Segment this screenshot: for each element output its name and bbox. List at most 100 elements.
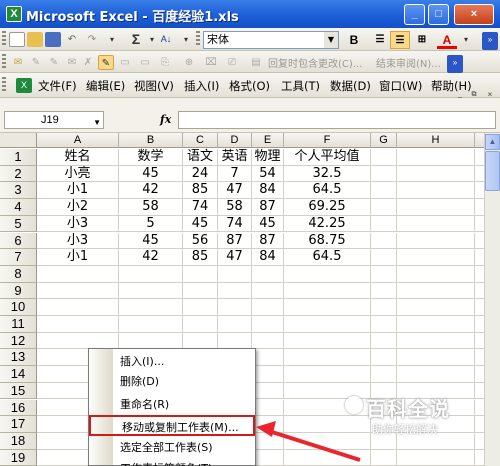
sheet-cell[interactable]: 87 [252,232,284,250]
undo-icon[interactable]: ↶ [64,32,80,47]
toolbar-grip[interactable] [2,31,6,47]
sheet-cell[interactable] [284,282,371,300]
sheet-cell[interactable] [119,332,183,350]
sheet-cell[interactable] [284,432,371,450]
row-header[interactable]: 7 [0,249,37,266]
doc-close-icon[interactable]: × [482,91,498,99]
row-header[interactable]: 19 [0,449,37,466]
sheet-cell[interactable]: 68.75 [284,232,371,250]
sheet-cell[interactable]: 85 [183,182,218,200]
context-menu-item[interactable]: 插入(I)... [89,351,255,372]
font-name-combo[interactable]: 宋体 ▼ [203,31,339,49]
sheet-cell[interactable] [183,316,218,333]
sheet-cell[interactable] [284,449,371,466]
insert-function-icon[interactable]: fx [160,113,171,126]
scroll-thumb[interactable] [485,151,500,191]
row-header[interactable]: 14 [0,366,37,383]
context-menu-item[interactable]: 删除(D) [89,371,255,392]
sheet-cell[interactable] [252,432,284,450]
sheet-cell[interactable]: 84 [252,249,284,266]
close-button[interactable]: × [454,4,494,25]
autosum-icon[interactable]: Σ [128,32,144,47]
context-menu-item[interactable]: 选定全部工作表(S) [89,437,255,458]
row-header[interactable]: 3 [0,182,37,200]
sheet-cell[interactable] [397,282,475,300]
row-header[interactable]: 2 [0,165,37,183]
sheet-cell[interactable] [397,299,475,316]
review-icon-10[interactable]: ⌧ [203,55,219,70]
context-menu-item[interactable]: 重命名(R) [89,394,255,415]
row-header[interactable]: 18 [0,432,37,450]
sheet-cell[interactable]: 42 [119,182,183,200]
column-header[interactable]: H [397,133,475,148]
toolbar-options-icon[interactable]: » [447,55,463,73]
sheet-cell[interactable] [218,316,252,333]
sheet-cell[interactable]: 58 [119,199,183,216]
sheet-cell[interactable] [252,282,284,300]
sheet-cell[interactable]: 45 [119,165,183,183]
column-header[interactable]: A [37,133,119,148]
sheet-cell[interactable] [397,199,475,216]
highlight-icon[interactable]: ✎ [98,55,114,70]
dropdown-icon[interactable]: ▾ [104,32,120,47]
menu-window[interactable]: 窗口(W) [379,78,422,94]
menu-tools[interactable]: 工具(T) [281,78,320,94]
menu-view[interactable]: 视图(V) [134,78,174,94]
sheet-cell[interactable] [371,165,397,183]
row-header[interactable]: 5 [0,215,37,233]
sheet-cell[interactable] [371,449,397,466]
sheet-cell[interactable]: 58 [218,199,252,216]
sheet-cell[interactable] [119,316,183,333]
sheet-cell[interactable] [397,332,475,350]
sheet-cell[interactable] [252,349,284,367]
sheet-cell[interactable]: 87 [218,232,252,250]
sheet-cell[interactable] [37,316,119,333]
review-icon-4[interactable]: ✉ [64,55,80,70]
sheet-cell[interactable]: 24 [183,165,218,183]
review-icon-9[interactable]: ⊕ [181,55,197,70]
sheet-cell[interactable] [183,265,218,283]
sheet-cell[interactable] [284,316,371,333]
open-folder-icon[interactable] [27,32,43,47]
sheet-cell[interactable] [397,366,475,383]
row-header[interactable]: 10 [0,299,37,316]
sheet-cell[interactable]: 74 [183,199,218,216]
sheet-cell[interactable] [371,316,397,333]
row-header[interactable]: 12 [0,332,37,350]
sheet-cell[interactable] [284,416,371,433]
column-header[interactable]: B [119,133,183,148]
restore-button[interactable]: □ [428,4,449,25]
sheet-cell[interactable] [183,299,218,316]
sheet-cell[interactable] [284,332,371,350]
review-icon-5[interactable]: ✗ [80,55,96,70]
sheet-cell[interactable] [371,232,397,250]
sheet-cell[interactable]: 英语 [218,149,252,166]
sheet-cell[interactable] [218,282,252,300]
column-header[interactable]: D [218,133,252,148]
context-menu-item[interactable]: 工作表标签颜色(T)... [89,458,255,466]
sheet-cell[interactable]: 54 [252,165,284,183]
column-header[interactable]: G [371,133,397,148]
sheet-cell[interactable] [371,299,397,316]
sheet-cell[interactable]: 小1 [37,182,119,200]
sheet-cell[interactable]: 45 [183,215,218,233]
review-icon-8[interactable]: ⎘ [157,55,173,70]
font-color-dropdown-icon[interactable]: ▾ [458,32,474,47]
sheet-cell[interactable] [371,199,397,216]
toolbar-options-icon[interactable]: » [482,32,498,50]
sheet-cell[interactable] [183,282,218,300]
document-icon[interactable]: X [16,78,32,93]
sheet-cell[interactable] [252,265,284,283]
row-header[interactable]: 6 [0,232,37,250]
sheet-cell[interactable]: 42 [119,249,183,266]
sheet-cell[interactable] [252,416,284,433]
row-header[interactable]: 4 [0,199,37,216]
sheet-cell[interactable] [252,399,284,417]
chevron-down-icon[interactable]: ▼ [324,32,338,48]
menu-file[interactable]: 文件(F) [38,78,77,94]
sheet-cell[interactable] [371,265,397,283]
minimize-button[interactable]: _ [404,4,425,25]
name-box[interactable]: J19 ▼ [4,111,104,129]
row-header[interactable]: 16 [0,399,37,417]
sheet-cell[interactable]: 32.5 [284,165,371,183]
